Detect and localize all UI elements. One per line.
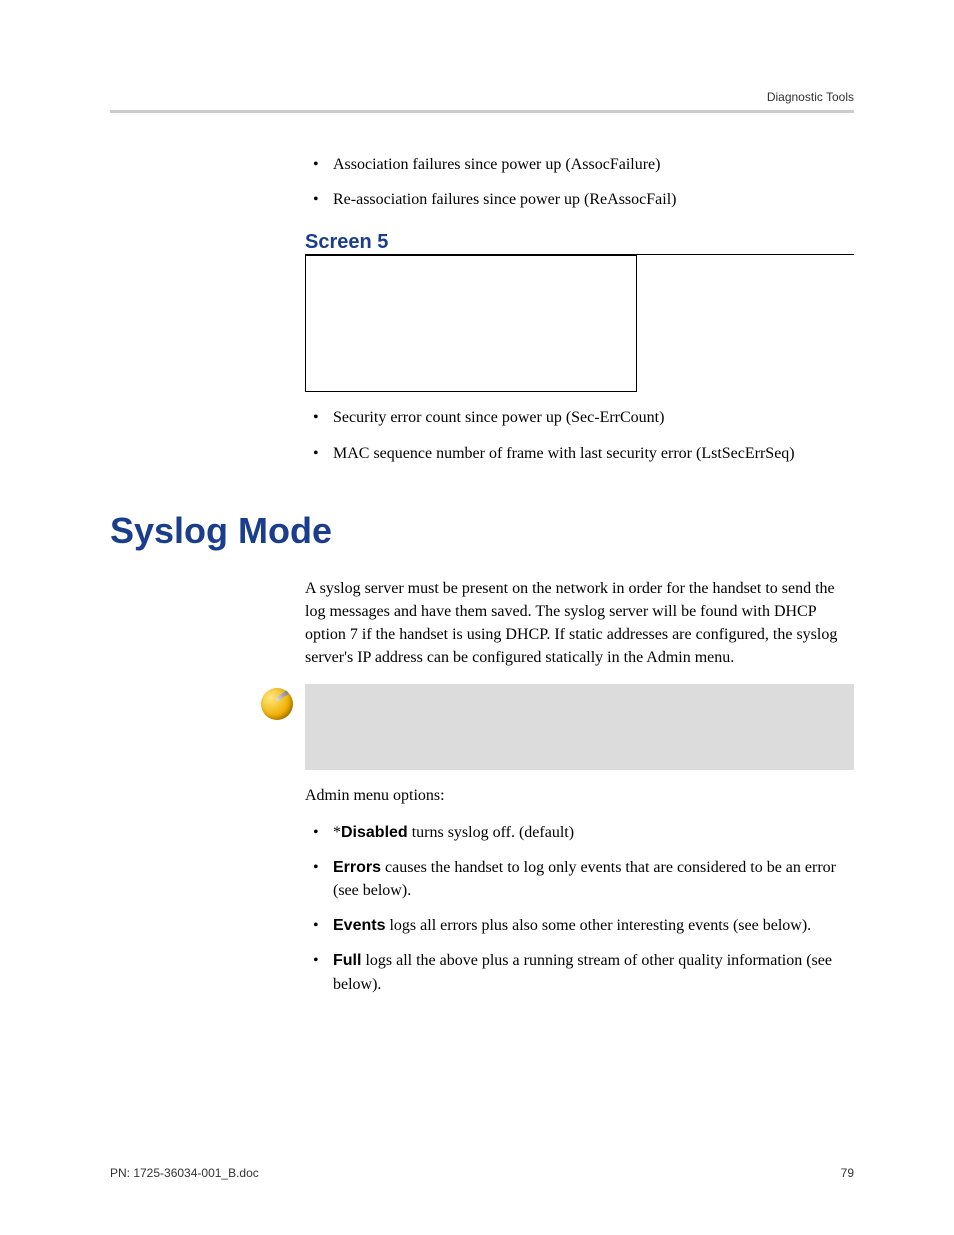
header-section-title: Diagnostic Tools <box>110 90 854 104</box>
admin-options-list: *Disabled turns syslog off. (default) Er… <box>305 821 854 996</box>
option-text: logs all errors plus also some other int… <box>385 917 811 934</box>
top-bullet-list: Association failures since power up (Ass… <box>305 153 854 211</box>
list-item: Association failures since power up (Ass… <box>305 153 854 176</box>
footer-page-number: 79 <box>841 1166 854 1180</box>
list-item: Errors causes the handset to log only ev… <box>305 856 854 902</box>
list-item: *Disabled turns syslog off. (default) <box>305 821 854 844</box>
list-item: Events logs all errors plus also some ot… <box>305 914 854 937</box>
option-text: logs all the above plus a running stream… <box>333 952 832 992</box>
screen5-bullet-list: Security error count since power up (Sec… <box>305 406 854 464</box>
header-rule <box>110 110 854 113</box>
pin-note-icon <box>261 688 293 720</box>
option-name: Errors <box>333 859 381 876</box>
syslog-intro-paragraph: A syslog server must be present on the n… <box>305 577 854 670</box>
list-item: Re-association failures since power up (… <box>305 188 854 211</box>
screen5-heading: Screen 5 <box>305 231 854 255</box>
admin-options-label: Admin menu options: <box>305 784 854 807</box>
option-name: Disabled <box>341 824 408 841</box>
footer-doc-id: PN: 1725-36034-001_B.doc <box>110 1166 259 1180</box>
option-prefix: * <box>333 824 341 841</box>
page: Diagnostic Tools Association failures si… <box>0 0 954 1235</box>
syslog-mode-heading: Syslog Mode <box>110 510 854 552</box>
list-item: Full logs all the above plus a running s… <box>305 949 854 995</box>
option-name: Full <box>333 952 361 969</box>
note-box <box>305 684 854 770</box>
content-column: Association failures since power up (Ass… <box>305 153 854 465</box>
page-footer: PN: 1725-36034-001_B.doc 79 <box>110 1166 854 1180</box>
option-text: causes the handset to log only events th… <box>333 859 836 899</box>
admin-options: Admin menu options: *Disabled turns sysl… <box>305 784 854 996</box>
list-item: MAC sequence number of frame with last s… <box>305 442 854 465</box>
option-text: turns syslog off. (default) <box>408 824 574 841</box>
option-name: Events <box>333 917 385 934</box>
syslog-content: A syslog server must be present on the n… <box>305 577 854 670</box>
screen5-box <box>305 255 637 392</box>
list-item: Security error count since power up (Sec… <box>305 406 854 429</box>
note-row <box>261 684 854 770</box>
note-row-wrapper <box>261 684 854 770</box>
